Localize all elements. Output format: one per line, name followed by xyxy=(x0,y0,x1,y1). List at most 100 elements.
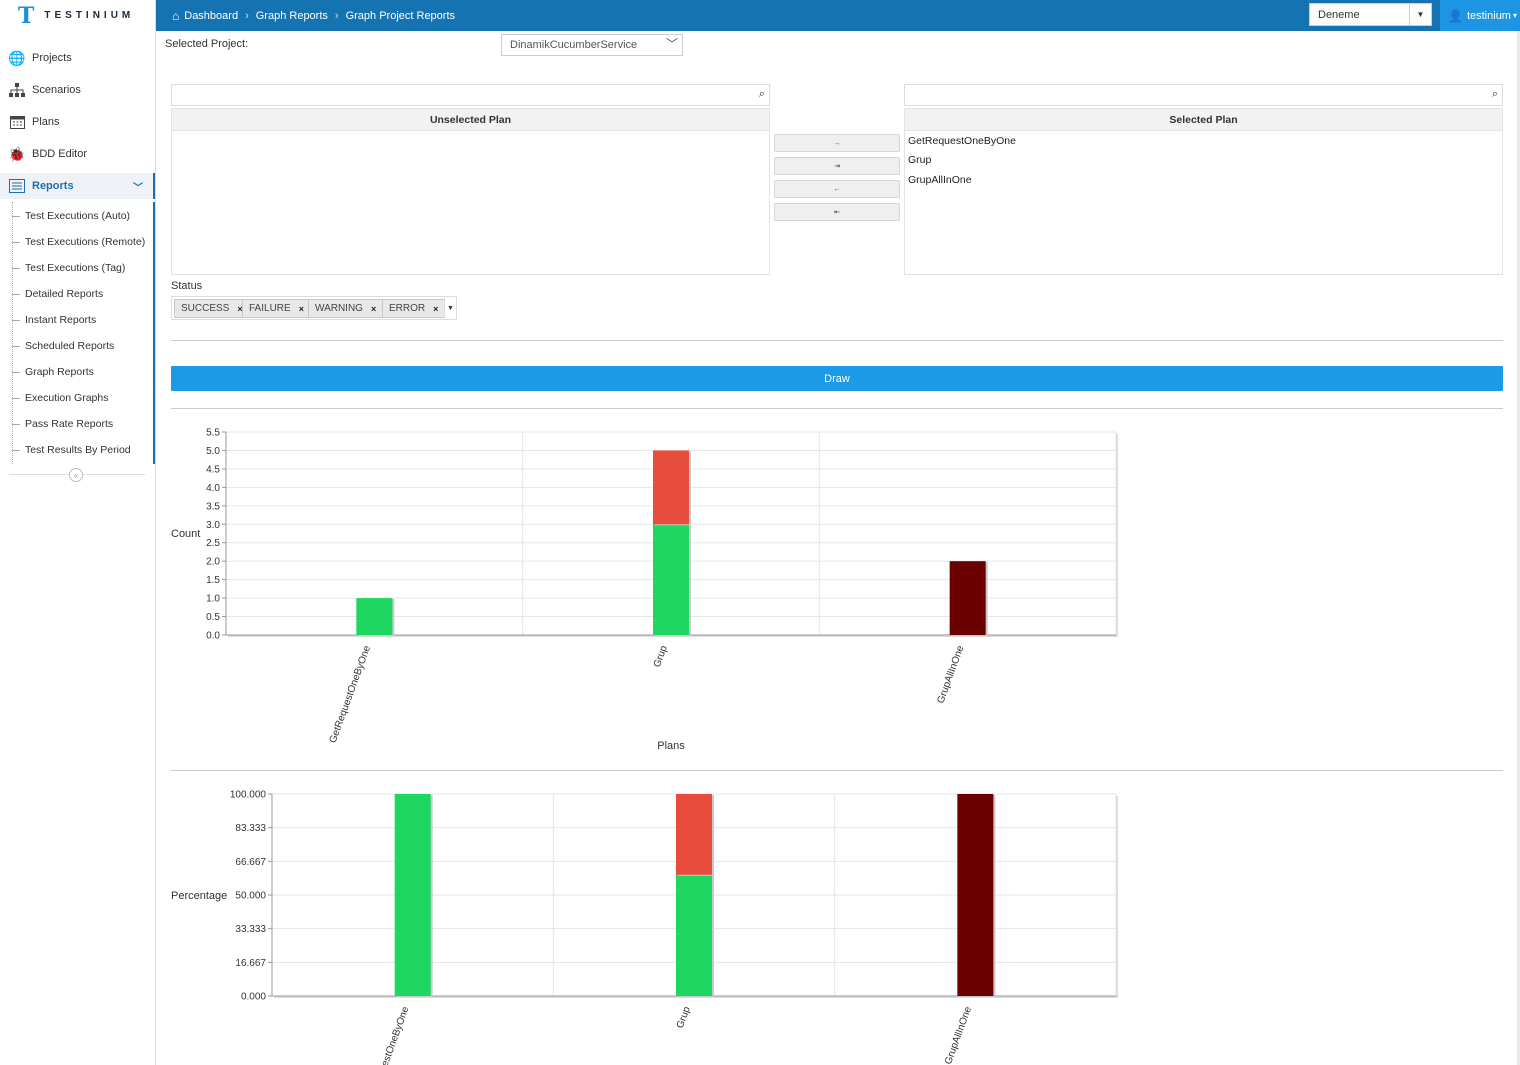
move-left-button[interactable]: ← xyxy=(774,180,900,198)
top-bar: T TESTINIUM ⌂ Dashboard › Graph Reports … xyxy=(0,0,1520,31)
unselected-plan-header: Unselected Plan xyxy=(172,109,769,131)
logo-mark: T xyxy=(18,2,35,29)
list-item[interactable]: Grup xyxy=(905,151,1502,171)
caret-down-icon[interactable]: ▼ xyxy=(444,297,456,319)
y-tick-label: 33.333 xyxy=(235,924,266,935)
y-tick-label: 1.5 xyxy=(206,575,220,586)
user-menu[interactable]: 👤 testinium ▾ xyxy=(1440,0,1520,31)
y-tick-label: 0.000 xyxy=(241,992,266,1003)
bar xyxy=(676,874,712,996)
x-tick-label: GetRequestOneByOne xyxy=(366,1005,412,1065)
y-tick-label: 3.5 xyxy=(206,501,220,512)
submenu-item[interactable]: Test Executions (Auto) xyxy=(12,206,130,226)
draw-button[interactable]: Draw xyxy=(171,366,1503,391)
divider xyxy=(171,770,1503,771)
status-tag-error: ERROR × xyxy=(382,299,446,318)
sidebar-item-scenarios[interactable]: Scenarios xyxy=(0,77,155,103)
tag-label: FAILURE xyxy=(249,303,291,314)
list-item[interactable]: GrupAllInOne xyxy=(905,170,1502,190)
chevron-down-icon: ﹀ xyxy=(665,37,678,51)
submenu-item[interactable]: Test Executions (Remote) xyxy=(12,232,145,252)
y-tick-label: 50.000 xyxy=(235,891,266,902)
x-tick-label: GrupAllInOne xyxy=(935,644,966,705)
selected-search-input[interactable]: ⌕ xyxy=(904,84,1503,106)
calendar-icon xyxy=(9,114,25,130)
divider xyxy=(171,340,1503,341)
submenu-item[interactable]: Instant Reports xyxy=(12,310,96,330)
list-item[interactable]: GetRequestOneByOne xyxy=(905,131,1502,151)
tag-label: WARNING xyxy=(315,303,363,314)
move-all-left-button[interactable]: ⇤ xyxy=(774,203,900,221)
y-tick-label: 16.667 xyxy=(235,958,266,969)
double-chevron-left-icon[interactable]: « xyxy=(69,468,83,482)
x-tick-label: GetRequestOneByOne xyxy=(328,644,374,745)
bar xyxy=(394,794,431,996)
breadcrumb: ⌂ Dashboard › Graph Reports › Graph Proj… xyxy=(172,0,455,31)
move-all-right-button[interactable]: ⇥ xyxy=(774,157,900,175)
chevron-down-icon[interactable]: ﹀ xyxy=(133,179,143,194)
selected-project-value: DinamikCucumberService xyxy=(510,39,638,51)
logo-name: TESTINIUM xyxy=(44,10,135,21)
bar xyxy=(653,524,689,635)
y-tick-label: 2.0 xyxy=(206,557,220,568)
submenu-item[interactable]: Test Executions (Tag) xyxy=(12,258,125,278)
search-icon: ⌕ xyxy=(758,88,765,100)
close-icon[interactable]: × xyxy=(433,304,438,314)
breadcrumb-dashboard[interactable]: Dashboard xyxy=(184,10,238,22)
y-tick-label: 66.667 xyxy=(235,857,266,868)
selected-project-select[interactable]: DinamikCucumberService ﹀ xyxy=(501,34,683,56)
submenu-item[interactable]: Detailed Reports xyxy=(12,284,103,304)
home-icon[interactable]: ⌂ xyxy=(172,9,179,23)
tag-label: ERROR xyxy=(389,303,426,314)
sidebar-item-label: BDD Editor xyxy=(32,148,88,160)
caret-down-icon[interactable]: ▼ xyxy=(1409,4,1431,25)
sidebar-item-reports[interactable]: Reports ﹀ xyxy=(0,173,155,199)
y-tick-label: 100.000 xyxy=(230,790,267,801)
status-tag-failure: FAILURE × xyxy=(242,299,311,318)
sidebar: 🌐 Projects Scenarios Plans 🐞 BDD Editor … xyxy=(0,31,156,1065)
unselected-plan-list[interactable]: Unselected Plan xyxy=(171,108,770,275)
submenu-item[interactable]: Execution Graphs xyxy=(12,388,108,408)
bar xyxy=(676,794,712,875)
logo[interactable]: T TESTINIUM xyxy=(0,0,156,31)
y-axis-label: Count xyxy=(171,528,200,540)
status-multiselect[interactable]: SUCCESS × FAILURE × WARNING × ERROR × ▼ xyxy=(171,296,457,320)
x-axis-label: Plans xyxy=(657,740,685,752)
breadcrumb-graph-project-reports: Graph Project Reports xyxy=(345,9,456,22)
tag-label: SUCCESS xyxy=(181,303,230,314)
status-tag-warning: WARNING × xyxy=(308,299,384,318)
y-tick-label: 2.5 xyxy=(206,538,220,549)
breadcrumb-separator-icon: › xyxy=(334,9,339,22)
y-tick-label: 5.5 xyxy=(206,428,220,439)
bug-icon: 🐞 xyxy=(8,145,26,162)
sidebar-item-projects[interactable]: 🌐 Projects xyxy=(0,45,155,71)
bar xyxy=(653,450,689,525)
list-icon xyxy=(9,178,25,194)
sidebar-item-label: Projects xyxy=(32,52,72,64)
sidebar-item-plans[interactable]: Plans xyxy=(0,109,155,135)
breadcrumb-graph-reports[interactable]: Graph Reports xyxy=(256,10,328,22)
bar xyxy=(356,598,393,635)
close-icon[interactable]: × xyxy=(299,304,304,314)
globe-icon: 🌐 xyxy=(8,49,26,66)
project-select[interactable]: Deneme ▼ xyxy=(1309,3,1432,26)
unselected-search-input[interactable]: ⌕ xyxy=(171,84,770,106)
selected-plan-list[interactable]: Selected Plan GetRequestOneByOne Grup Gr… xyxy=(904,108,1503,275)
sidebar-item-bdd-editor[interactable]: 🐞 BDD Editor xyxy=(0,141,155,167)
submenu-item[interactable]: Test Results By Period xyxy=(12,440,131,460)
main-content: Selected Project: DinamikCucumberService… xyxy=(156,31,1520,1065)
x-tick-label: Grup xyxy=(652,644,670,669)
y-tick-label: 3.0 xyxy=(206,520,220,531)
sidebar-item-label: Scenarios xyxy=(32,84,81,96)
y-tick-label: 83.333 xyxy=(235,823,266,834)
x-tick-label: GrupAllInOne xyxy=(943,1005,974,1065)
y-tick-label: 4.0 xyxy=(206,483,220,494)
submenu-item[interactable]: Scheduled Reports xyxy=(12,336,114,356)
submenu-item[interactable]: Pass Rate Reports xyxy=(12,414,113,434)
selected-plan-header: Selected Plan xyxy=(905,109,1502,131)
submenu-item[interactable]: Graph Reports xyxy=(12,362,94,382)
y-tick-label: 0.0 xyxy=(206,631,220,642)
project-select-value: Deneme xyxy=(1318,8,1360,21)
move-right-button[interactable]: → xyxy=(774,134,900,152)
close-icon[interactable]: × xyxy=(371,304,376,314)
